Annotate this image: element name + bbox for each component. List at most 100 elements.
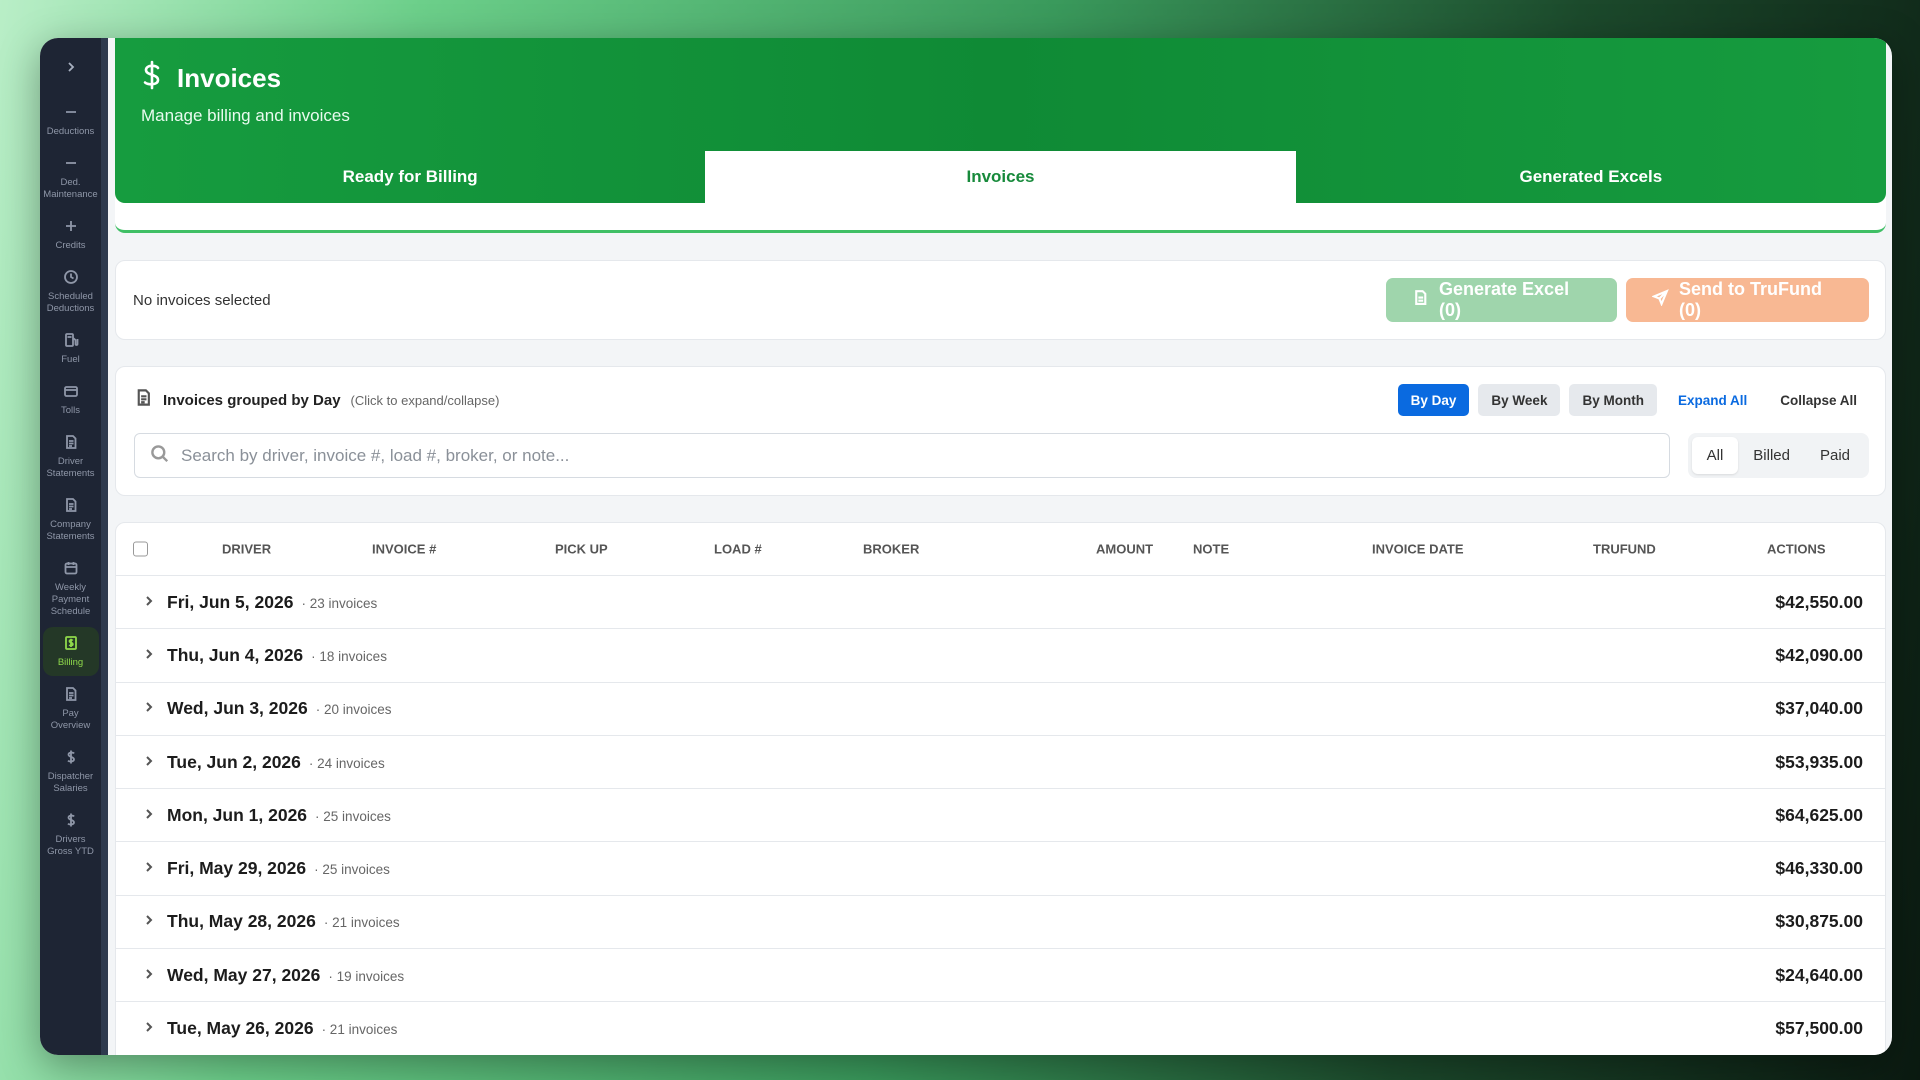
group-date: Mon, Jun 1, 2026 · 25 invoices — [167, 804, 391, 825]
sidebar-item-credits[interactable]: Credits — [43, 210, 99, 259]
expand-all-button[interactable]: Expand All — [1666, 393, 1759, 408]
group-date: Thu, May 28, 2026 · 21 invoices — [167, 911, 400, 932]
group-by-week-button[interactable]: By Week — [1478, 384, 1561, 416]
column-pickup[interactable]: PICK UP — [555, 542, 608, 557]
group-date: Wed, Jun 3, 2026 · 20 invoices — [167, 698, 392, 719]
chevron-right-icon[interactable] — [142, 807, 156, 824]
sidebar-item-label: Ded. Maintenance — [43, 177, 98, 200]
sidebar-expand-button[interactable] — [40, 38, 101, 96]
page-title: Invoices — [177, 62, 282, 93]
chevron-right-icon[interactable] — [142, 594, 156, 611]
group-date: Fri, Jun 5, 2026 · 23 invoices — [167, 591, 378, 612]
column-invoice[interactable]: INVOICE # — [372, 542, 436, 557]
filter-paid-button[interactable]: Paid — [1805, 437, 1865, 474]
collapse-all-button[interactable]: Collapse All — [1768, 393, 1869, 408]
table-row[interactable]: Fri, Jun 5, 2026 · 23 invoices $42,550.00 — [116, 576, 1885, 630]
sidebar-item-label: Weekly Payment Schedule — [50, 582, 91, 617]
sidebar-item-dispatcher-salaries[interactable]: Dispatcher Salaries — [43, 741, 99, 802]
sidebar-item-billing[interactable]: Billing — [42, 627, 99, 676]
group-total-amount: $57,500.00 — [1775, 1018, 1863, 1039]
table-row[interactable]: Tue, May 26, 2026 · 21 invoices $57,500.0… — [116, 1002, 1885, 1055]
group-date: Fri, May 29, 2026 · 25 invoices — [167, 858, 390, 879]
group-by-day-button[interactable]: By Day — [1397, 384, 1470, 416]
chevron-right-icon — [65, 57, 77, 78]
column-broker[interactable]: BROKER — [863, 542, 919, 557]
dollar-icon — [62, 811, 80, 829]
document-icon — [1412, 289, 1429, 311]
generate-excel-button[interactable]: Generate Excel (0) — [1386, 278, 1617, 322]
group-invoice-count: · 18 invoices — [311, 648, 387, 664]
group-date: Wed, May 27, 2026 · 19 invoices — [167, 964, 405, 985]
sidebar-item-driver-statements[interactable]: Driver Statements — [43, 426, 99, 487]
grouping-panel: Invoices grouped by Day (Click to expand… — [115, 366, 1886, 496]
column-trufund[interactable]: TRUFUND — [1593, 542, 1656, 557]
chevron-right-icon[interactable] — [142, 700, 156, 717]
column-driver[interactable]: DRIVER — [222, 542, 271, 557]
dollar-icon — [141, 60, 163, 96]
table-row[interactable]: Tue, Jun 2, 2026 · 24 invoices $53,935.00 — [116, 736, 1885, 790]
table-row[interactable]: Thu, Jun 4, 2026 · 18 invoices $42,090.00 — [116, 629, 1885, 683]
sidebar-item-pay-overview[interactable]: Pay Overview — [43, 678, 99, 739]
generate-excel-label: Generate Excel (0) — [1439, 279, 1570, 320]
chevron-right-icon[interactable] — [142, 913, 156, 930]
group-invoice-count: · 24 invoices — [308, 755, 385, 771]
tab-bar: Ready for Billing Invoices Generated Exc… — [115, 151, 1886, 203]
grouping-title: Invoices grouped by Day — [163, 391, 341, 409]
column-amount[interactable]: AMOUNT — [1096, 542, 1153, 557]
chevron-right-icon[interactable] — [142, 967, 156, 984]
sidebar-item-label: Fuel — [61, 354, 80, 365]
column-invoice-date[interactable]: INVOICE DATE — [1372, 542, 1464, 557]
group-total-amount: $37,040.00 — [1775, 698, 1863, 719]
group-total-amount: $53,935.00 — [1775, 751, 1863, 772]
chevron-right-icon[interactable] — [142, 1020, 156, 1037]
sidebar-item-label: Deductions — [46, 126, 95, 137]
column-note[interactable]: NOTE — [1193, 542, 1229, 557]
chevron-right-icon[interactable] — [142, 860, 156, 877]
sidebar-item-ded-maintenance[interactable]: Ded. Maintenance — [43, 147, 99, 208]
sidebar-item-drivers-gross-ytd[interactable]: Drivers Gross YTD — [43, 804, 99, 865]
sidebar-item-deductions[interactable]: Deductions — [43, 96, 99, 145]
main-content: Invoices Manage billing and invoices Rea… — [108, 38, 1892, 1055]
table-row[interactable]: Wed, Jun 3, 2026 · 20 invoices $37,040.00 — [116, 683, 1885, 736]
app-window: Deductions Ded. Maintenance Credits Sche… — [40, 38, 1892, 1055]
clock-icon — [62, 268, 80, 286]
sidebar-item-fuel[interactable]: Fuel — [43, 324, 99, 373]
send-icon — [1651, 289, 1669, 311]
group-total-amount: $30,875.00 — [1775, 911, 1863, 932]
tab-generated-excels[interactable]: Generated Excels — [1296, 151, 1886, 203]
sidebar-item-company-statements[interactable]: Company Statements — [43, 489, 99, 550]
filter-billed-button[interactable]: Billed — [1738, 437, 1805, 474]
group-by-month-button[interactable]: By Month — [1569, 384, 1657, 416]
minus-icon — [62, 103, 80, 121]
group-total-amount: $24,640.00 — [1775, 964, 1863, 985]
page-header: Invoices Manage billing and invoices Rea… — [115, 38, 1886, 203]
chevron-right-icon[interactable] — [142, 647, 156, 664]
group-invoice-count: · 25 invoices — [314, 862, 390, 878]
table-row[interactable]: Wed, May 27, 2026 · 19 invoices $24,640.0… — [116, 949, 1885, 1003]
sidebar-item-label: Company Statements — [46, 519, 95, 542]
search-input[interactable] — [181, 445, 1654, 466]
table-row[interactable]: Mon, Jun 1, 2026 · 25 invoices $64,625.00 — [116, 789, 1885, 843]
minus-icon — [62, 154, 80, 172]
sidebar-item-tolls[interactable]: Tolls — [43, 375, 99, 424]
sidebar-item-scheduled-deductions[interactable]: Scheduled Deductions — [43, 261, 99, 322]
sidebar-item-label: Dispatcher Salaries — [47, 771, 94, 794]
filter-all-button[interactable]: All — [1691, 437, 1739, 474]
tab-ready-for-billing[interactable]: Ready for Billing — [115, 151, 705, 203]
group-date: Thu, Jun 4, 2026 · 18 invoices — [167, 644, 387, 665]
group-date: Tue, May 26, 2026 · 21 invoices — [167, 1018, 398, 1039]
status-filter: All Billed Paid — [1687, 433, 1869, 478]
selection-status: No invoices selected — [133, 291, 271, 309]
group-invoice-count: · 25 invoices — [315, 808, 391, 824]
card-icon — [62, 382, 80, 400]
send-to-trufund-button[interactable]: Send to TruFund (0) — [1626, 278, 1869, 322]
tab-invoices[interactable]: Invoices — [705, 151, 1296, 203]
table-row[interactable]: Thu, May 28, 2026 · 21 invoices $30,875.0… — [116, 896, 1885, 950]
select-all-checkbox[interactable] — [133, 541, 148, 557]
document-icon — [62, 496, 80, 514]
sidebar-item-weekly-payment-schedule[interactable]: Weekly Payment Schedule — [43, 552, 99, 625]
chevron-right-icon[interactable] — [142, 754, 156, 771]
column-actions: ACTIONS — [1767, 541, 1826, 557]
table-row[interactable]: Fri, May 29, 2026 · 25 invoices $46,330.0… — [116, 842, 1885, 896]
column-load[interactable]: LOAD # — [714, 542, 762, 557]
